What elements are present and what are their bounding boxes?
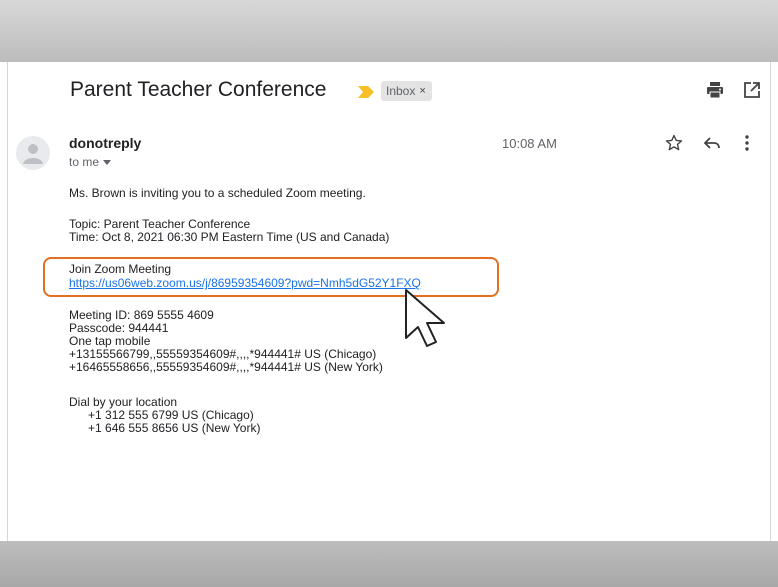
dial-new-york: +1 646 555 8656 US (New York) bbox=[88, 421, 261, 435]
bottom-band bbox=[0, 541, 778, 587]
recipient-details-toggle[interactable]: to me bbox=[69, 155, 112, 169]
frame-edge-left bbox=[7, 62, 8, 541]
open-in-new-window-icon[interactable] bbox=[743, 81, 761, 99]
avatar bbox=[16, 136, 50, 170]
avatar-icon bbox=[23, 144, 43, 164]
star-icon[interactable] bbox=[665, 134, 683, 152]
more-vert-icon[interactable] bbox=[743, 134, 751, 152]
one-tap-new-york: +16465558656,,55559354609#,,,,*944441# U… bbox=[69, 360, 383, 374]
email-time: 10:08 AM bbox=[502, 136, 557, 151]
email-subject: Parent Teacher Conference bbox=[70, 78, 327, 101]
mouse-pointer-icon bbox=[405, 289, 445, 347]
dropdown-arrow-icon bbox=[103, 159, 112, 165]
frame-edge-right bbox=[770, 62, 771, 541]
top-band bbox=[0, 0, 778, 62]
remove-label-button[interactable]: × bbox=[419, 81, 425, 101]
reply-icon[interactable] bbox=[703, 134, 721, 152]
recipient-label: to me bbox=[69, 155, 100, 169]
print-icon[interactable] bbox=[706, 81, 724, 99]
inbox-label-text: Inbox bbox=[386, 84, 416, 98]
sender-name: donotreply bbox=[69, 135, 142, 151]
inbox-label-chip[interactable]: Inbox × bbox=[381, 81, 432, 101]
importance-marker-icon[interactable] bbox=[358, 86, 374, 98]
body-meeting-time: Time: Oct 8, 2021 06:30 PM Eastern Time … bbox=[69, 230, 390, 244]
body-intro: Ms. Brown is inviting you to a scheduled… bbox=[69, 186, 366, 200]
